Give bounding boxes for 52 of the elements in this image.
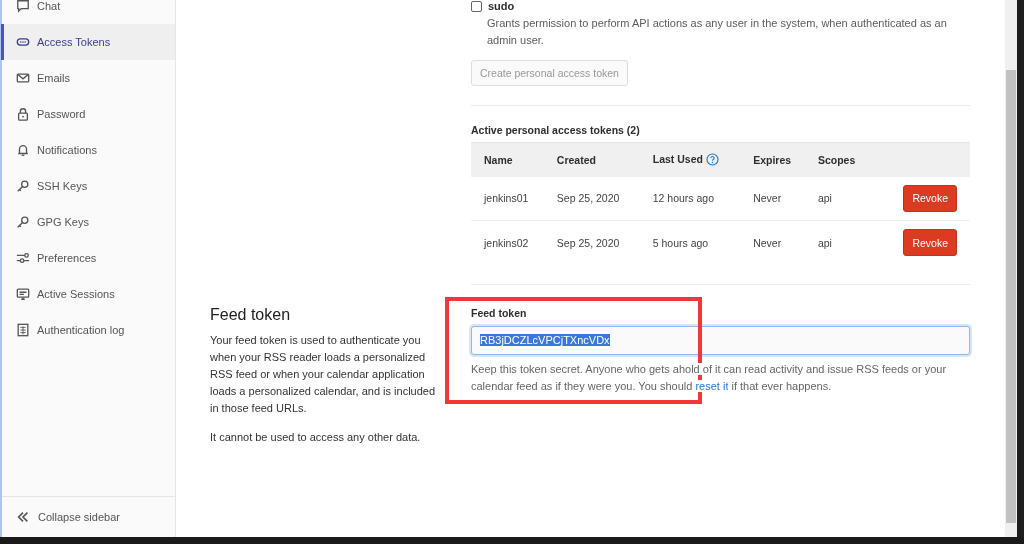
sidebar-item[interactable]: Authentication log [1, 312, 175, 348]
table-cell: api [804, 220, 869, 265]
field-label: Feed token [471, 306, 528, 319]
help-icon [705, 153, 719, 167]
help-text: Keep this token secret. Anyone who gets ahold of it can read activity and issue RSS feeds or your calendar feed as if they were you. You should reset it if that ever happens. [471, 361, 948, 394]
scope-label: sudo [488, 0, 515, 12]
sliders-icon [16, 251, 30, 265]
log-icon [16, 323, 30, 337]
description-text: Your feed token is used to authenticate you when your RSS reader loads a personalized RSS feed or when your calendar application loads a personalized calendar, and is included in those feed URLs. [210, 332, 437, 416]
table-cell: jenkins01 [471, 176, 544, 221]
column-header: Scopes [804, 142, 869, 177]
lock-icon [16, 107, 30, 121]
table-cell: 5 hours ago [639, 220, 741, 265]
checkbox[interactable] [471, 0, 482, 12]
column-header: Created [543, 142, 640, 177]
table-cell: Never [740, 220, 805, 265]
table-cell: 12 hours ago [639, 176, 741, 221]
sidebar-item[interactable]: Chat [1, 0, 175, 24]
sidebar-item[interactable]: Active Sessions [1, 276, 175, 312]
column-header: Last Used [639, 142, 741, 177]
monitor-icon [16, 287, 30, 301]
bell-icon [16, 143, 30, 157]
description-text: It cannot be used to access any other data. [210, 429, 422, 445]
token-icon [16, 35, 30, 49]
column-header: Expires [740, 142, 805, 177]
envelope-icon [16, 71, 30, 85]
revoke-button[interactable]: Revoke [903, 184, 957, 212]
table-cell: api [804, 176, 869, 221]
key-icon [16, 215, 30, 229]
table-cell: Sep 25, 2020 [543, 220, 640, 265]
section-heading: Feed token [210, 305, 292, 324]
sidebar-item[interactable]: Preferences [1, 240, 175, 276]
table-cell: jenkins02 [471, 220, 544, 265]
section-title: Active personal access tokens (2) [471, 124, 641, 136]
scrollbar[interactable] [1005, 0, 1017, 537]
sidebar-item[interactable]: Access Tokens [1, 24, 175, 60]
scrollbar-thumb[interactable] [1006, 70, 1016, 523]
double-chevron-icon [16, 510, 30, 524]
sidebar-item[interactable]: Emails [1, 60, 175, 96]
key-icon [16, 179, 30, 193]
sidebar-item[interactable]: SSH Keys [1, 168, 175, 204]
sidebar-item[interactable]: GPG Keys [1, 204, 175, 240]
chat-icon [16, 0, 30, 13]
revoke-button[interactable]: Revoke [903, 229, 957, 257]
table-cell: Sep 25, 2020 [543, 176, 640, 221]
reset-link[interactable]: reset it [695, 379, 729, 392]
scope-description: Grants permission to perform API actions as any user in the system, when authenticated as an admin user. [487, 16, 948, 48]
table-cell: Never [740, 176, 805, 221]
token-field[interactable]: RB3jDCZLcVPCjTXncVDx [471, 325, 970, 355]
column-header: Name [471, 142, 544, 177]
sidebar-item[interactable]: Notifications [1, 132, 175, 168]
sidebar-item[interactable]: Password [1, 96, 175, 132]
